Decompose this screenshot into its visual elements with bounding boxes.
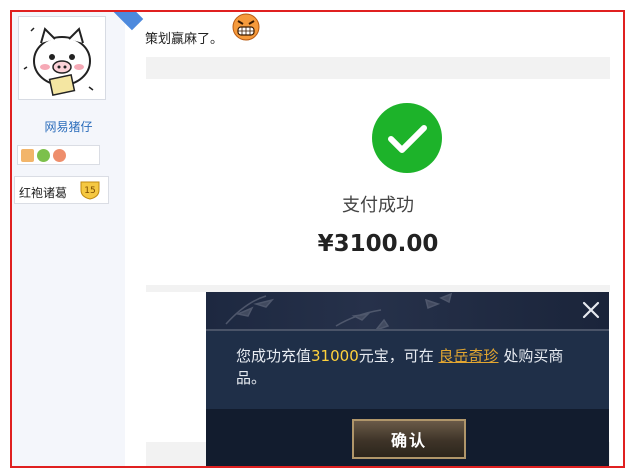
recharge-amount: 31000 (311, 347, 359, 365)
payment-card: 支付成功 ¥3100.00 (146, 79, 610, 285)
shop-link[interactable]: 良岳奇珍 (439, 347, 499, 365)
bamboo-decoration-icon (225, 292, 453, 332)
dialog-header (206, 292, 609, 332)
content-separator (146, 285, 610, 292)
highlight-frame: 网易猪仔 红袍诸葛 15 策划赢麻了。 支付成功 ¥3100.00 您成功充值3… (10, 10, 625, 468)
content-separator (146, 57, 610, 79)
medal-icon[interactable] (37, 148, 50, 162)
message-prefix: 您成功充值 (236, 347, 312, 365)
dialog-body: 您成功充值31000元宝，可在 良岳奇珍 处购买商品。 (206, 331, 609, 409)
angry-grin-emoji-icon (232, 13, 260, 41)
confirm-button[interactable]: 确认 (352, 419, 466, 459)
payment-status: 支付成功 (342, 195, 414, 216)
medal-strip (17, 145, 100, 165)
dialog-message: 您成功充值31000元宝，可在 良岳奇珍 处购买商品。 (236, 345, 586, 389)
close-icon[interactable] (579, 298, 603, 322)
avatar[interactable] (18, 16, 106, 100)
post-text: 策划赢麻了。 (145, 32, 224, 47)
user-sidebar: 网易猪仔 红袍诸葛 15 (12, 12, 125, 466)
payment-amount: ¥3100.00 (317, 231, 439, 257)
level-shield-icon: 15 (80, 181, 100, 200)
pig-avatar-icon (23, 27, 94, 97)
success-check-icon (372, 103, 442, 173)
medal-icon[interactable] (53, 148, 66, 162)
rank-name: 红袍诸葛 (19, 186, 68, 200)
rank-badge[interactable]: 红袍诸葛 15 (14, 176, 109, 204)
rank-level: 15 (84, 186, 95, 196)
medal-icon[interactable] (21, 148, 34, 162)
dialog-footer: 确认 (206, 409, 609, 466)
message-middle: 元宝，可在 (358, 347, 434, 365)
recharge-dialog: 您成功充值31000元宝，可在 良岳奇珍 处购买商品。 确认 (206, 292, 609, 466)
username-link[interactable]: 网易猪仔 (12, 118, 125, 135)
